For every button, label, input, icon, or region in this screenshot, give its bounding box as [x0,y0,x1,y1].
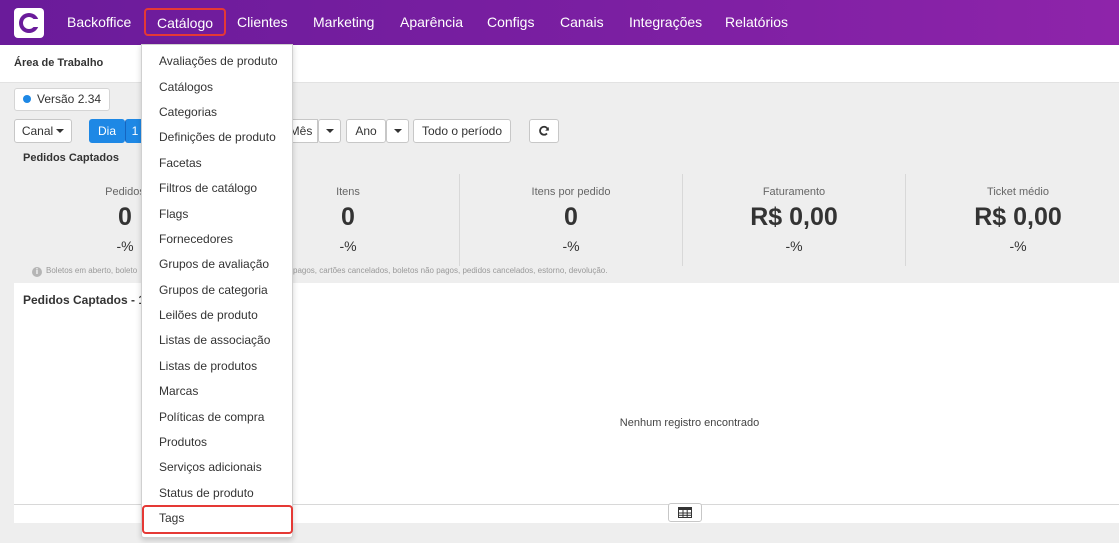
nav-marketing[interactable]: Marketing [313,0,374,45]
nav-clientes[interactable]: Clientes [237,0,288,45]
menu-item-marcas[interactable]: Marcas [159,384,198,398]
orders-panel-title: Pedidos Captados - 19 [23,293,152,307]
stat-label: Itens por pedido [531,186,611,198]
year-button[interactable]: Ano [346,119,386,143]
menu-item-listas-de-associacao[interactable]: Listas de associação [159,333,270,347]
menu-item-avaliacoes-de-produto[interactable]: Avaliações de produto [159,54,278,68]
menu-item-politicas-de-compra[interactable]: Políticas de compra [159,410,264,424]
stats-note-continued: pagos, cartões cancelados, boletos não p… [293,266,608,275]
menu-item-grupos-de-categoria[interactable]: Grupos de categoria [159,283,268,297]
chevron-down-icon [56,129,65,133]
menu-item-facetas[interactable]: Facetas [159,156,202,170]
month-dropdown-button[interactable] [318,119,341,143]
menu-item-categorias[interactable]: Categorias [159,105,217,119]
menu-item-leiloes-de-produto[interactable]: Leilões de produto [159,308,258,322]
note-text-left: Boletos em aberto, boleto [46,266,138,275]
nav-canais[interactable]: Canais [560,0,604,45]
stat-value: R$ 0,00 [750,203,838,231]
channel-label: Canal [21,124,54,138]
chevron-down-icon [325,129,334,133]
catalog-dropdown-menu: Avaliações de produto Catálogos Categori… [141,44,293,538]
nav-backoffice[interactable]: Backoffice [67,0,131,45]
divider [905,174,906,266]
logo-icon[interactable] [14,8,44,38]
menu-item-listas-de-produtos[interactable]: Listas de produtos [159,359,257,373]
stat-value: R$ 0,00 [974,203,1062,231]
stat-percent: -% [562,238,580,254]
menu-item-fornecedores[interactable]: Fornecedores [159,232,233,246]
menu-item-definicoes-de-produto[interactable]: Definições de produto [159,130,276,144]
stat-label: Faturamento [762,186,826,198]
version-badge[interactable]: Versão 2.34 [14,88,111,111]
menu-item-flags[interactable]: Flags [159,207,188,221]
nav-aparencia[interactable]: Aparência [400,0,463,45]
nav-configs[interactable]: Configs [487,0,534,45]
menu-item-status-de-produto[interactable]: Status de produto [159,486,254,500]
day-button[interactable]: Dia [89,119,125,143]
stat-label: Ticket médio [987,186,1049,198]
stat-percent: -% [1009,238,1027,254]
refresh-icon [539,125,549,136]
menu-item-catalogos[interactable]: Catálogos [159,80,213,94]
year-dropdown-button[interactable] [386,119,409,143]
page-title: Área de Trabalho [14,57,104,69]
nav-catalogo[interactable]: Catálogo [144,8,227,36]
refresh-button[interactable] [529,119,559,143]
channel-dropdown[interactable]: Canal [14,119,72,143]
stat-faturamento: Faturamento R$ 0,00 -% [683,168,905,266]
table-view-button[interactable] [668,503,702,522]
version-label: Versão 2.34 [37,92,102,106]
summary-title: Pedidos Captados [23,152,119,164]
nav-relatorios[interactable]: Relatórios [725,0,788,45]
stat-itens-por-pedido: Itens por pedido 0 -% [460,168,682,266]
nav-integracoes[interactable]: Integrações [629,0,702,45]
menu-item-produtos[interactable]: Produtos [159,435,207,449]
chevron-down-icon [393,129,402,133]
status-dot-icon [23,95,31,103]
stat-percent: -% [785,238,803,254]
top-navbar: Backoffice Catálogo Clientes Marketing A… [0,0,1119,45]
stat-value: 0 [564,203,578,231]
menu-item-filtros-de-catalogo[interactable]: Filtros de catálogo [159,181,257,195]
all-period-button[interactable]: Todo o período [413,119,511,143]
menu-item-servicos-adicionais[interactable]: Serviços adicionais [159,460,262,474]
table-icon [678,507,692,518]
menu-item-grupos-de-avaliacao[interactable]: Grupos de avaliação [159,257,269,271]
stat-ticket-medio: Ticket médio R$ 0,00 -% [907,168,1119,266]
stats-note: i Boletos em aberto, boleto [32,266,137,277]
menu-item-tags[interactable]: Tags [159,511,184,525]
info-icon: i [32,267,42,277]
